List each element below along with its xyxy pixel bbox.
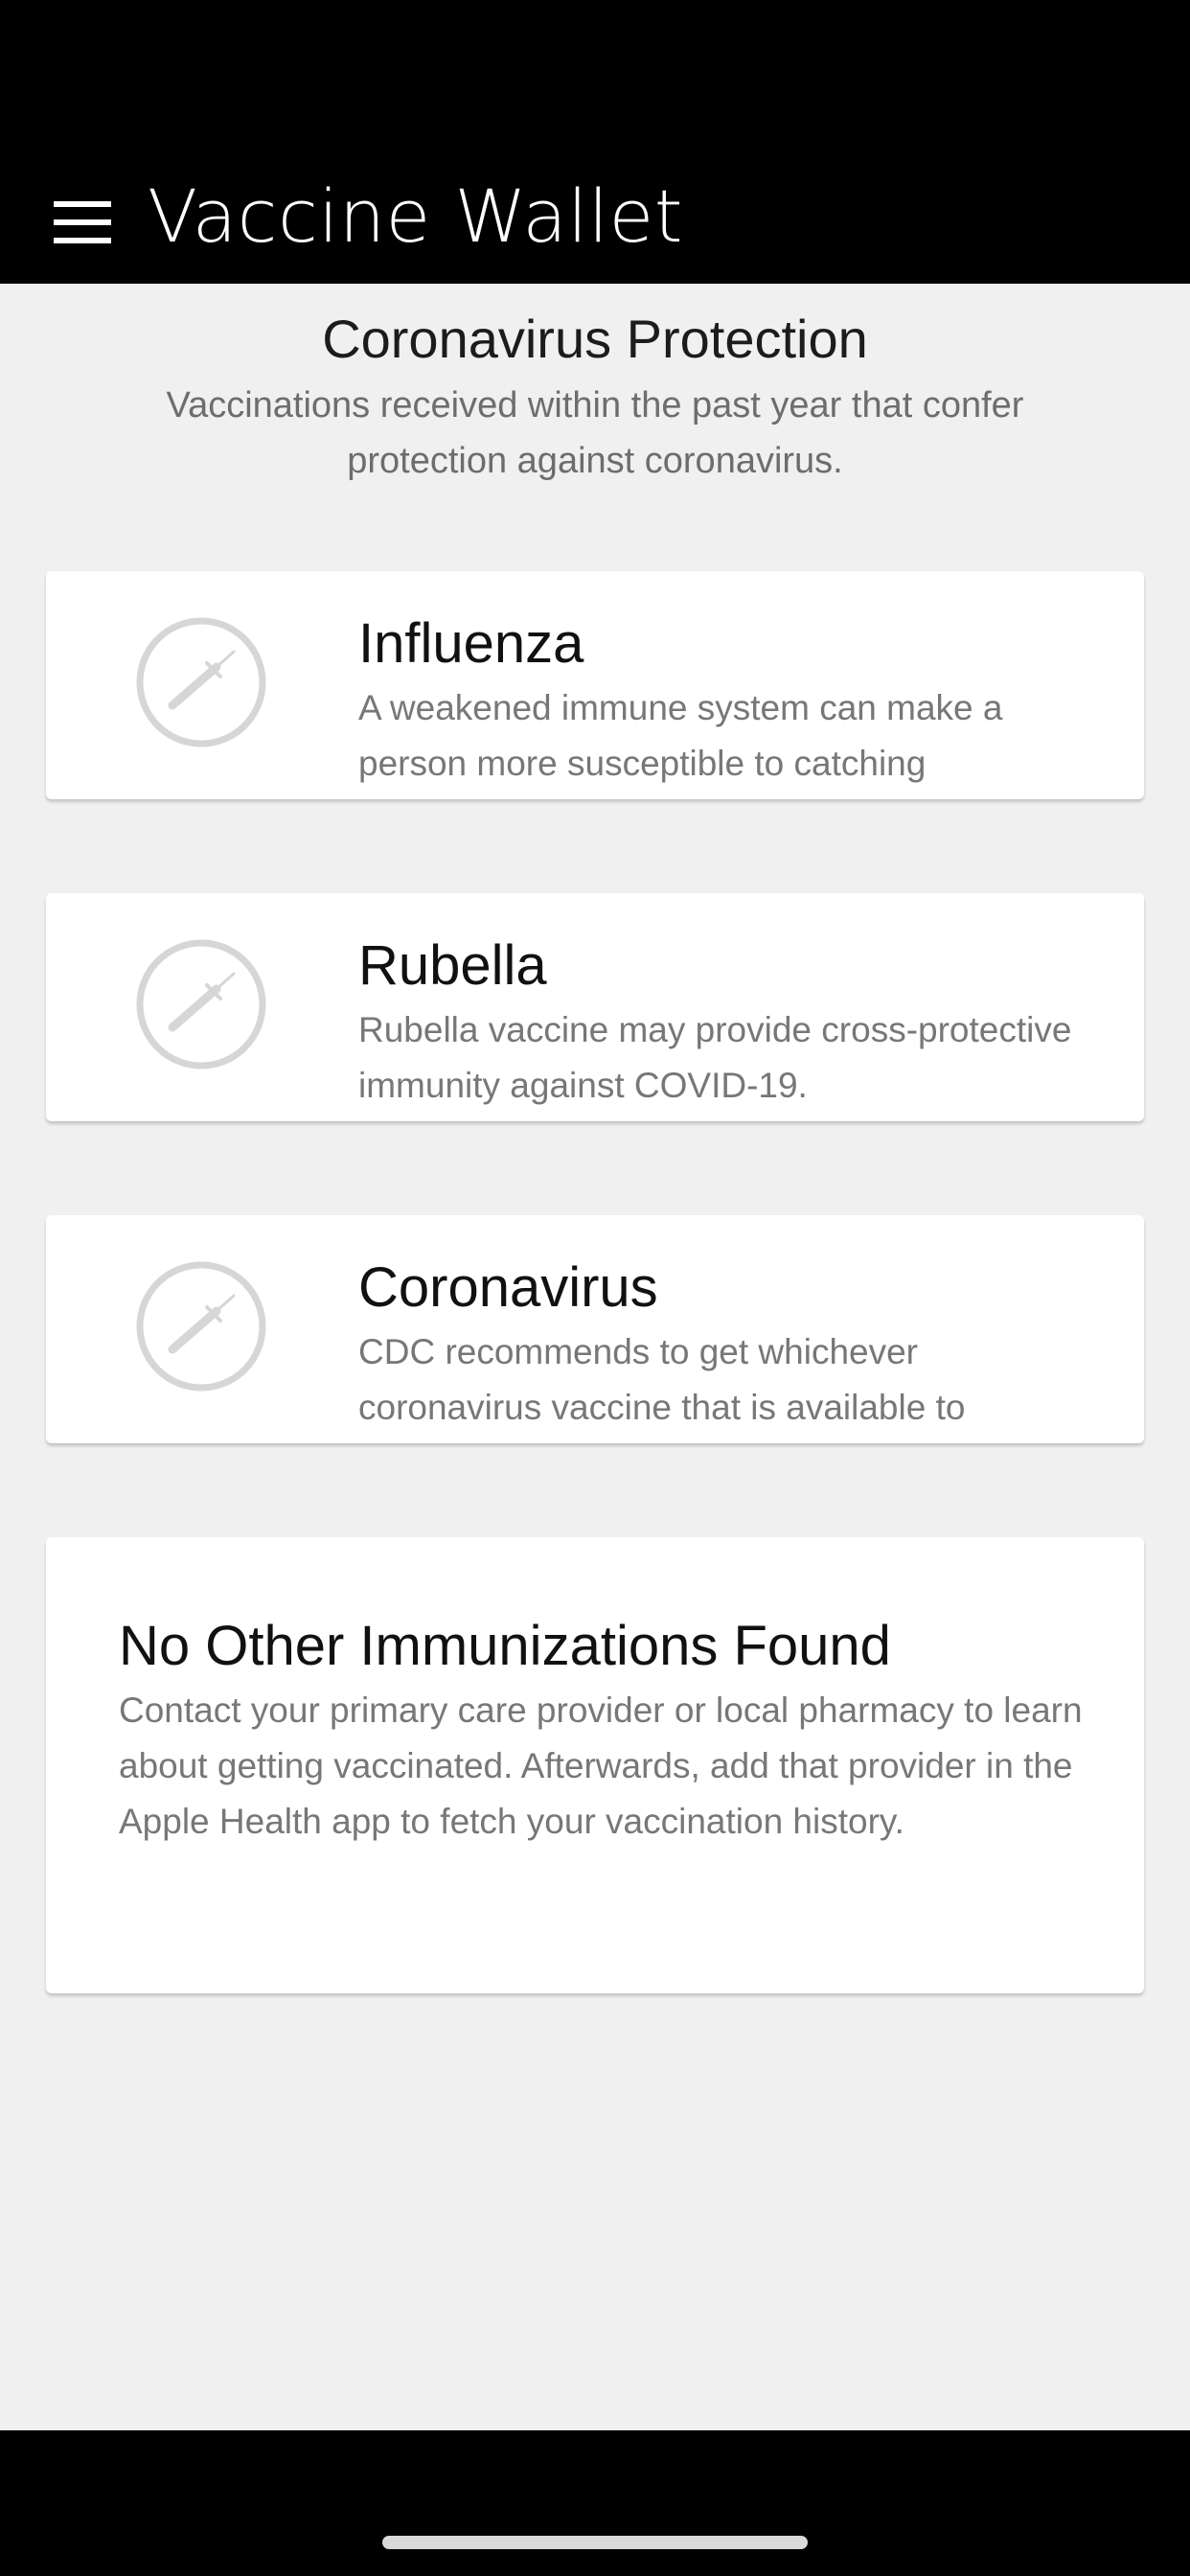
menu-icon-bar [54,238,111,243]
empty-state-card: No Other Immunizations Found Contact you… [46,1537,1144,1993]
menu-icon-bar [54,201,111,207]
vaccine-card-rubella[interactable]: Rubella Rubella vaccine may provide cros… [46,893,1144,1121]
app-screen: Vaccine Wallet Coronavirus Protection Va… [0,0,1190,2576]
app-header: Vaccine Wallet [0,0,1190,284]
vaccine-description: A weakened immune system can make a pers… [358,688,1003,783]
syringe-icon [136,939,266,1070]
app-title: Vaccine Wallet [148,173,684,259]
vaccine-card-influenza[interactable]: Influenza A weakened immune system can m… [46,571,1144,799]
bottom-bar [0,2430,1190,2576]
section-title: Coronavirus Protection [322,309,868,369]
section-subtitle: Vaccinations received within the past ye… [166,385,1024,481]
syringe-icon [136,1261,266,1392]
vaccine-description: CDC recommends to get whichever coronavi… [358,1332,966,1427]
vaccine-name: Rubella [358,934,547,997]
vaccine-name: Influenza [358,612,584,675]
hamburger-menu-icon[interactable] [54,201,111,243]
vaccine-card-coronavirus[interactable]: Coronavirus CDC recommends to get whiche… [46,1215,1144,1443]
menu-icon-bar [54,219,111,225]
empty-state-title: No Other Immunizations Found [119,1615,891,1677]
empty-state-description: Contact your primary care provider or lo… [119,1690,1083,1841]
vaccine-name: Coronavirus [358,1256,658,1319]
home-indicator[interactable] [382,2536,808,2549]
vaccine-description: Rubella vaccine may provide cross-protec… [358,1010,1072,1105]
syringe-icon [136,617,266,748]
